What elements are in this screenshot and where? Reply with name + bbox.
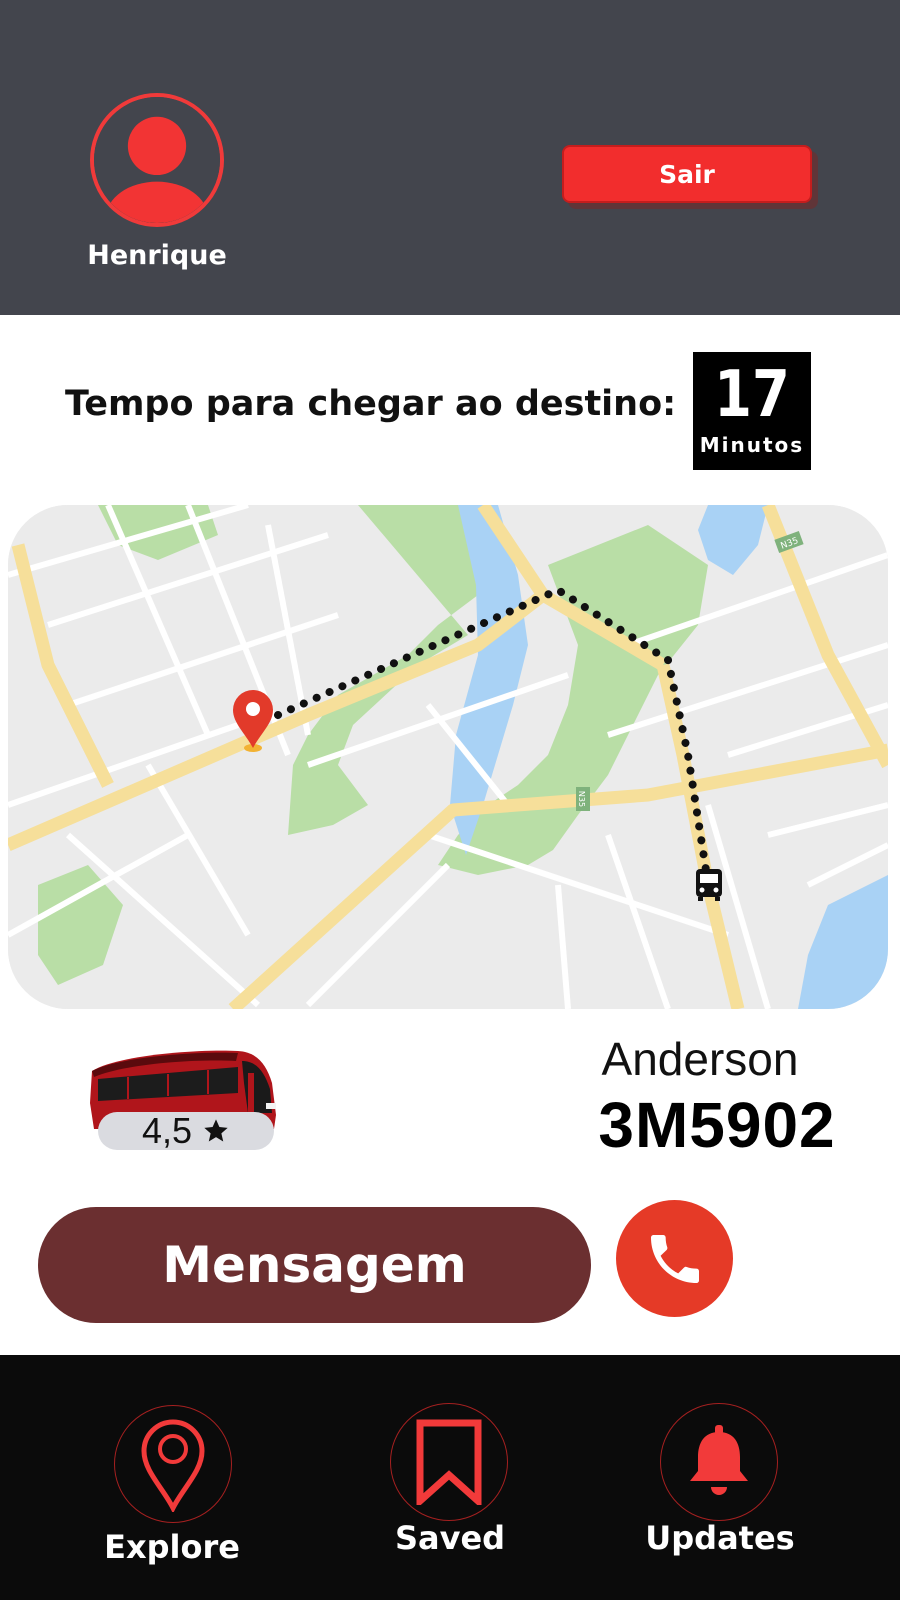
vehicle-plate: 3M5902 bbox=[598, 1089, 836, 1161]
nav-item-explore[interactable]: Explore bbox=[72, 1355, 272, 1600]
nav-label-explore: Explore bbox=[104, 1528, 240, 1566]
map-canvas: N35 N35 bbox=[8, 505, 888, 1009]
driver-name: Anderson bbox=[601, 1033, 799, 1085]
location-pin-icon bbox=[141, 1419, 205, 1512]
nav-icon-ring bbox=[114, 1405, 232, 1523]
eta-badge: 17 Minutos bbox=[693, 352, 811, 470]
app-header: Henrique Sair bbox=[0, 0, 900, 315]
nav-label-updates: Updates bbox=[645, 1519, 795, 1557]
call-button[interactable] bbox=[616, 1200, 733, 1317]
bookmark-icon bbox=[416, 1419, 482, 1505]
eta-minutes-value: 17 bbox=[714, 358, 790, 432]
bell-icon bbox=[690, 1425, 748, 1495]
road-label: N35 bbox=[576, 787, 590, 811]
user-silhouette-icon bbox=[94, 97, 220, 223]
phone-icon bbox=[650, 1234, 699, 1283]
route-map[interactable]: N35 N35 bbox=[8, 505, 888, 1009]
eta-label: Tempo para chegar ao destino: bbox=[65, 384, 677, 424]
eta-minutes-unit: Minutos bbox=[699, 433, 805, 457]
star-icon bbox=[204, 1119, 228, 1142]
nav-item-saved[interactable]: Saved bbox=[350, 1355, 550, 1600]
nav-icon-ring bbox=[660, 1403, 778, 1521]
user-name: Henrique bbox=[87, 240, 227, 271]
bus-icon[interactable] bbox=[696, 869, 722, 901]
nav-label-saved: Saved bbox=[394, 1519, 506, 1557]
rating-value: 4,5 bbox=[141, 1110, 193, 1151]
message-button[interactable]: Mensagem bbox=[38, 1207, 591, 1323]
nav-item-updates[interactable]: Updates bbox=[620, 1355, 820, 1600]
svg-text:N35: N35 bbox=[577, 791, 586, 807]
logout-button[interactable]: Sair bbox=[562, 145, 812, 203]
bottom-navigation: Explore Saved Updates bbox=[0, 1355, 900, 1600]
driver-rating: 4,5 bbox=[98, 1110, 274, 1151]
user-avatar-icon[interactable] bbox=[90, 93, 224, 227]
nav-icon-ring bbox=[390, 1403, 508, 1521]
